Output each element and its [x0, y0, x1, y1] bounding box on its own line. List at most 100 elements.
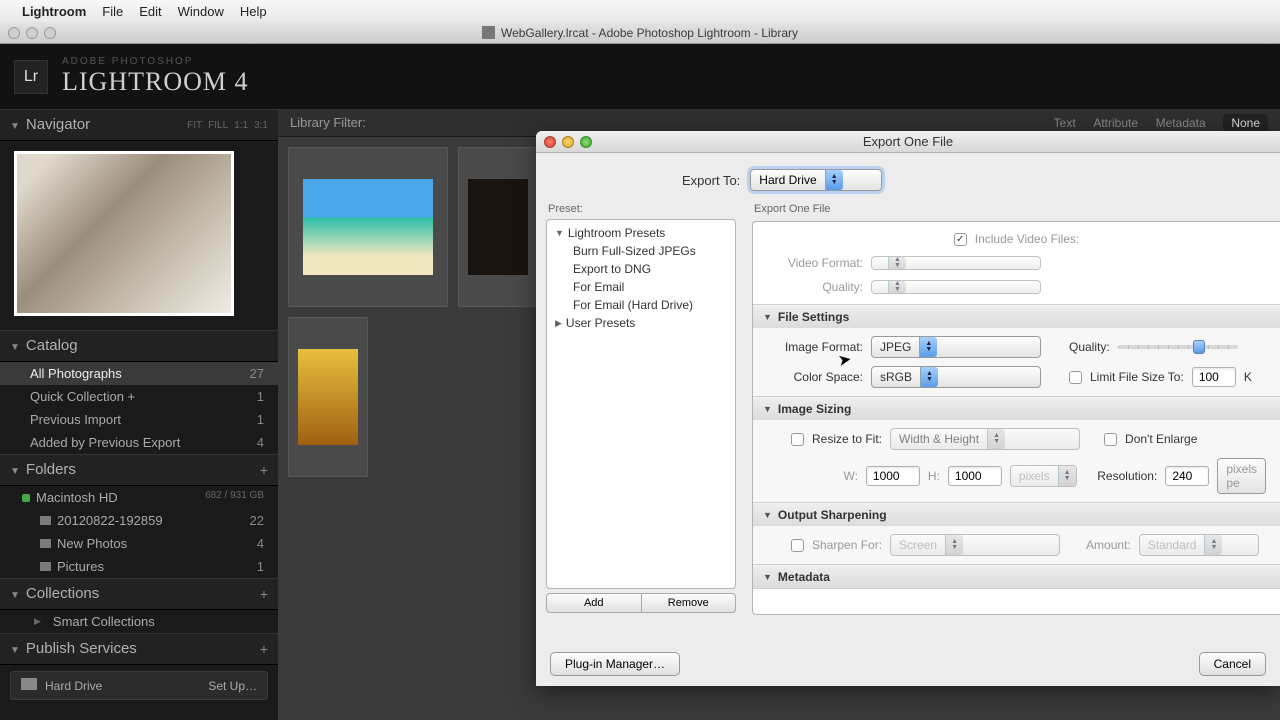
add-publish-icon[interactable]: + — [260, 641, 268, 657]
folders-header[interactable]: ▼Folders + — [0, 454, 278, 486]
filter-text[interactable]: Text — [1054, 116, 1076, 130]
publish-setup[interactable]: Set Up… — [208, 679, 257, 693]
color-space-select[interactable]: sRGB▲▼ — [871, 366, 1041, 388]
thumbnail[interactable] — [288, 317, 368, 477]
nav-mode-1to1[interactable]: 1:1 — [234, 120, 248, 131]
add-folder-icon[interactable]: + — [260, 462, 268, 478]
dialog-close-icon[interactable] — [544, 136, 556, 148]
collections-header[interactable]: ▼Collections + — [0, 578, 278, 610]
filter-none[interactable]: None — [1223, 114, 1268, 132]
resolution-label: Resolution: — [1097, 469, 1157, 483]
resize-label: Resize to Fit: — [812, 432, 882, 446]
filter-metadata[interactable]: Metadata — [1156, 116, 1206, 130]
catalog-item-quick[interactable]: Quick Collection +1 — [0, 385, 278, 408]
height-input[interactable] — [948, 466, 1002, 486]
app-menu[interactable]: Lightroom — [22, 4, 86, 19]
folders-disk[interactable]: Macintosh HD 682 / 931 GB — [0, 486, 278, 509]
plugin-manager-button[interactable]: Plug-in Manager… — [550, 652, 680, 676]
dialog-title: Export One File — [863, 134, 953, 149]
catalog-item-all[interactable]: All Photographs27 — [0, 362, 278, 385]
publish-service-hard-drive[interactable]: Hard Drive Set Up… — [10, 671, 268, 700]
menu-help[interactable]: Help — [240, 4, 267, 19]
preset-list[interactable]: ▼Lightroom Presets Burn Full-Sized JPEGs… — [546, 219, 736, 589]
chevron-down-icon: ▼ — [10, 121, 20, 132]
include-video-checkbox[interactable] — [954, 233, 967, 246]
catalog-item-export[interactable]: Added by Previous Export4 — [0, 431, 278, 454]
preset-add-button[interactable]: Add — [546, 593, 642, 613]
window-minimize-icon[interactable] — [26, 27, 38, 39]
catalog-item-previous[interactable]: Previous Import1 — [0, 408, 278, 431]
menu-window[interactable]: Window — [178, 4, 224, 19]
resize-mode-select[interactable]: Width & Height▲▼ — [890, 428, 1080, 450]
window-titlebar: WebGallery.lrcat - Adobe Photoshop Light… — [0, 22, 1280, 44]
folder-item[interactable]: 20120822-19285922 — [0, 509, 278, 532]
folder-icon — [40, 539, 51, 548]
height-label: H: — [928, 469, 940, 483]
brand-top: ADOBE PHOTOSHOP — [62, 56, 249, 67]
select-arrows-icon: ▲▼ — [987, 429, 1005, 449]
dialog-zoom-icon[interactable] — [580, 136, 592, 148]
filter-attribute[interactable]: Attribute — [1093, 116, 1138, 130]
limit-filesize-label: Limit File Size To: — [1090, 370, 1184, 384]
image-format-label: Image Format: — [767, 340, 863, 354]
limit-filesize-input[interactable] — [1192, 367, 1236, 387]
export-to-label: Export To: — [682, 173, 740, 188]
select-arrows-icon: ▲▼ — [888, 281, 906, 293]
sharpen-for-select[interactable]: Screen▲▼ — [890, 534, 1060, 556]
metadata-header[interactable]: ▼Metadata — [753, 565, 1280, 588]
preset-item[interactable]: For Email — [547, 278, 735, 296]
resolution-input[interactable] — [1165, 466, 1209, 486]
macos-menubar: Lightroom File Edit Window Help — [0, 0, 1280, 22]
sharpen-amount-label: Amount: — [1086, 538, 1131, 552]
nav-mode-fill[interactable]: FILL — [208, 120, 228, 131]
preset-item[interactable]: For Email (Hard Drive) — [547, 296, 735, 314]
sharpen-checkbox[interactable] — [791, 539, 804, 552]
quality-slider[interactable] — [1118, 345, 1238, 349]
width-input[interactable] — [866, 466, 920, 486]
navigator-preview[interactable] — [0, 141, 278, 330]
select-arrows-icon: ▲▼ — [1204, 535, 1222, 555]
smart-collections[interactable]: ▶Smart Collections — [0, 610, 278, 633]
add-collection-icon[interactable]: + — [260, 586, 268, 602]
export-to-select[interactable]: Hard Drive▲▼ — [750, 169, 882, 191]
app-header: Lr ADOBE PHOTOSHOP LIGHTROOM 4 — [0, 44, 1280, 109]
folder-item[interactable]: New Photos4 — [0, 532, 278, 555]
sharpen-amount-select[interactable]: Standard▲▼ — [1139, 534, 1259, 556]
folder-item[interactable]: Pictures1 — [0, 555, 278, 578]
chevron-down-icon: ▼ — [763, 510, 772, 520]
thumbnail[interactable] — [458, 147, 538, 307]
file-settings-header[interactable]: ▼File Settings — [753, 305, 1280, 328]
window-zoom-icon[interactable] — [44, 27, 56, 39]
dialog-minimize-icon[interactable] — [562, 136, 574, 148]
window-close-icon[interactable] — [8, 27, 20, 39]
hard-drive-icon — [21, 678, 37, 690]
resize-checkbox[interactable] — [791, 433, 804, 446]
select-arrows-icon: ▲▼ — [1058, 466, 1076, 486]
menu-edit[interactable]: Edit — [139, 4, 161, 19]
cancel-button[interactable]: Cancel — [1199, 652, 1266, 676]
menu-file[interactable]: File — [102, 4, 123, 19]
limit-filesize-checkbox[interactable] — [1069, 371, 1082, 384]
nav-mode-3to1[interactable]: 3:1 — [254, 120, 268, 131]
select-arrows-icon: ▲▼ — [919, 337, 937, 357]
catalog-header[interactable]: ▼Catalog — [0, 330, 278, 362]
image-format-select[interactable]: JPEG▲▼ — [871, 336, 1041, 358]
thumbnail[interactable] — [288, 147, 448, 307]
nav-mode-fit[interactable]: FIT — [187, 120, 202, 131]
dont-enlarge-checkbox[interactable] — [1104, 433, 1117, 446]
preset-group-user[interactable]: ▶User Presets — [547, 314, 735, 332]
chevron-down-icon: ▼ — [10, 590, 20, 601]
publish-header[interactable]: ▼Publish Services + — [0, 633, 278, 665]
image-sizing-header[interactable]: ▼Image Sizing — [753, 397, 1280, 420]
preset-remove-button[interactable]: Remove — [642, 593, 737, 613]
preset-group-lightroom[interactable]: ▼Lightroom Presets — [547, 224, 735, 242]
output-sharpening-header[interactable]: ▼Output Sharpening — [753, 503, 1280, 526]
select-arrows-icon: ▲▼ — [888, 257, 906, 269]
size-unit-select[interactable]: pixels▲▼ — [1010, 465, 1077, 487]
navigator-header[interactable]: ▼Navigator FIT FILL 1:1 3:1 — [0, 109, 278, 141]
preset-item[interactable]: Burn Full-Sized JPEGs — [547, 242, 735, 260]
dont-enlarge-label: Don't Enlarge — [1125, 432, 1197, 446]
preset-item[interactable]: Export to DNG — [547, 260, 735, 278]
resolution-unit-select[interactable]: pixels pe — [1217, 458, 1266, 494]
preset-label: Preset: — [546, 201, 736, 219]
